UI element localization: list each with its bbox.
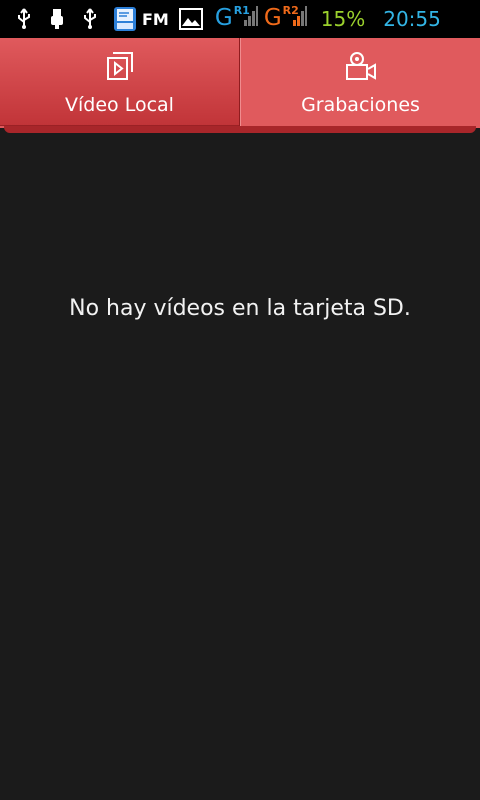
sd-card-icon [112, 0, 138, 38]
fm-radio-label: FM [142, 9, 169, 29]
sim2-signal: G R2 [264, 0, 307, 38]
clock: 20:55 [383, 7, 441, 31]
image-icon [178, 0, 203, 38]
sim2-network-type: G [263, 5, 282, 31]
record-camera-icon [344, 51, 378, 81]
usb-debug-icon [50, 0, 64, 38]
tab-local-video-label: Vídeo Local [65, 94, 174, 116]
sim1-network-type: G [214, 5, 233, 31]
tab-recordings[interactable]: Grabaciones [240, 38, 480, 126]
status-bar: FM G R1 G R2 15% 20:55 [0, 0, 480, 38]
usb-icon [82, 0, 98, 38]
sim2-badge: R2 [282, 4, 299, 17]
empty-state-message: No hay vídeos en la tarjeta SD. [69, 296, 411, 321]
battery-level: 15% [320, 7, 366, 31]
video-list-area[interactable] [0, 133, 480, 800]
tab-underline [4, 126, 476, 133]
sim1-signal: G R1 [215, 0, 258, 38]
tab-local-video[interactable]: Vídeo Local [0, 38, 240, 126]
usb-icon [16, 0, 32, 38]
local-video-icon [105, 51, 135, 81]
tab-bar: Vídeo Local Grabaciones [0, 38, 480, 128]
tab-recordings-label: Grabaciones [301, 94, 420, 116]
sim1-badge: R1 [233, 4, 250, 17]
